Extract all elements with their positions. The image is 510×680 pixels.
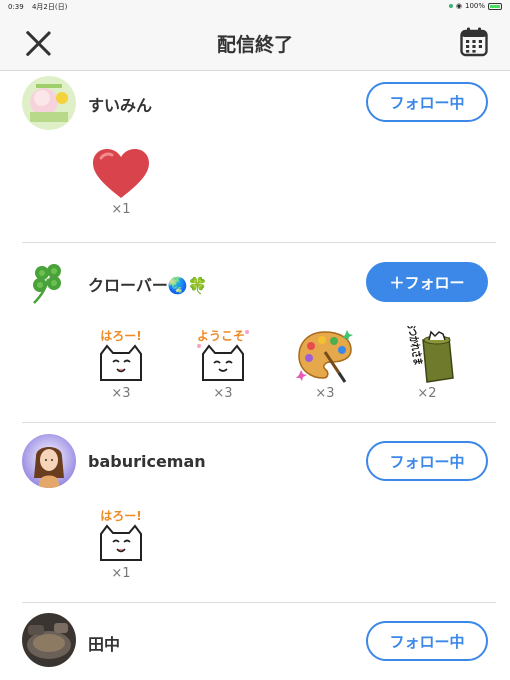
user-name[interactable]: 田中	[88, 631, 120, 655]
nav-bar: 配信終了	[0, 14, 510, 71]
following-button[interactable]: フォロー中	[366, 82, 488, 122]
gift-count: ×1	[111, 566, 131, 581]
gift-item: ×3	[295, 326, 355, 401]
following-button[interactable]: フォロー中	[366, 441, 488, 481]
following-button[interactable]: フォロー中	[366, 621, 488, 661]
user-name[interactable]: すいみん	[88, 92, 152, 116]
avatar[interactable]	[22, 255, 76, 309]
divider	[22, 602, 496, 603]
gift-count: ×1	[111, 202, 131, 217]
gift-item: ようこそ ×3	[193, 326, 253, 401]
avatar[interactable]	[22, 613, 76, 667]
sticker-text: ようこそ	[197, 329, 245, 343]
otsukaresama-sticker: おつかれさま	[404, 326, 454, 383]
gift-item: ×1	[91, 148, 151, 217]
sticker-text: おつかれさま	[404, 326, 424, 366]
status-bar: 0:39 4月2日(日) ◉ 100%	[0, 0, 510, 14]
user-name[interactable]: baburiceman	[88, 452, 206, 471]
calendar-icon[interactable]	[460, 27, 488, 57]
avatar[interactable]	[22, 76, 76, 130]
gift-item: はろー! ×1	[91, 506, 151, 581]
follow-button[interactable]: ＋フォロー	[366, 262, 488, 302]
gift-item: はろー! ×3	[91, 326, 151, 401]
location-dot-icon	[448, 4, 453, 8]
hello-cat-sticker: はろー!	[100, 509, 142, 561]
status-date: 4月2日(日)	[31, 3, 68, 11]
sticker-text: はろー!	[100, 329, 141, 343]
gift-count: ×3	[315, 386, 335, 401]
wifi-icon: ◉	[455, 2, 462, 10]
gift-item: おつかれさま ×2	[397, 326, 457, 401]
divider	[22, 422, 496, 423]
divider	[22, 242, 496, 243]
palette-icon	[296, 330, 353, 383]
gift-count: ×3	[111, 386, 131, 401]
page-title: 配信終了	[216, 34, 293, 56]
sticker-text: はろー!	[100, 509, 141, 523]
status-time: 0:39	[8, 3, 24, 11]
gift-count: ×3	[213, 386, 233, 401]
welcome-cat-sticker: ようこそ	[197, 329, 249, 381]
user-name[interactable]: クローバー🌏🍀	[88, 272, 208, 296]
hello-cat-sticker: はろー!	[100, 329, 142, 381]
avatar[interactable]	[22, 434, 76, 488]
battery-percent: 100%	[464, 2, 485, 10]
heart-icon	[93, 149, 149, 198]
battery-icon	[488, 2, 502, 10]
gift-count: ×2	[417, 386, 437, 401]
